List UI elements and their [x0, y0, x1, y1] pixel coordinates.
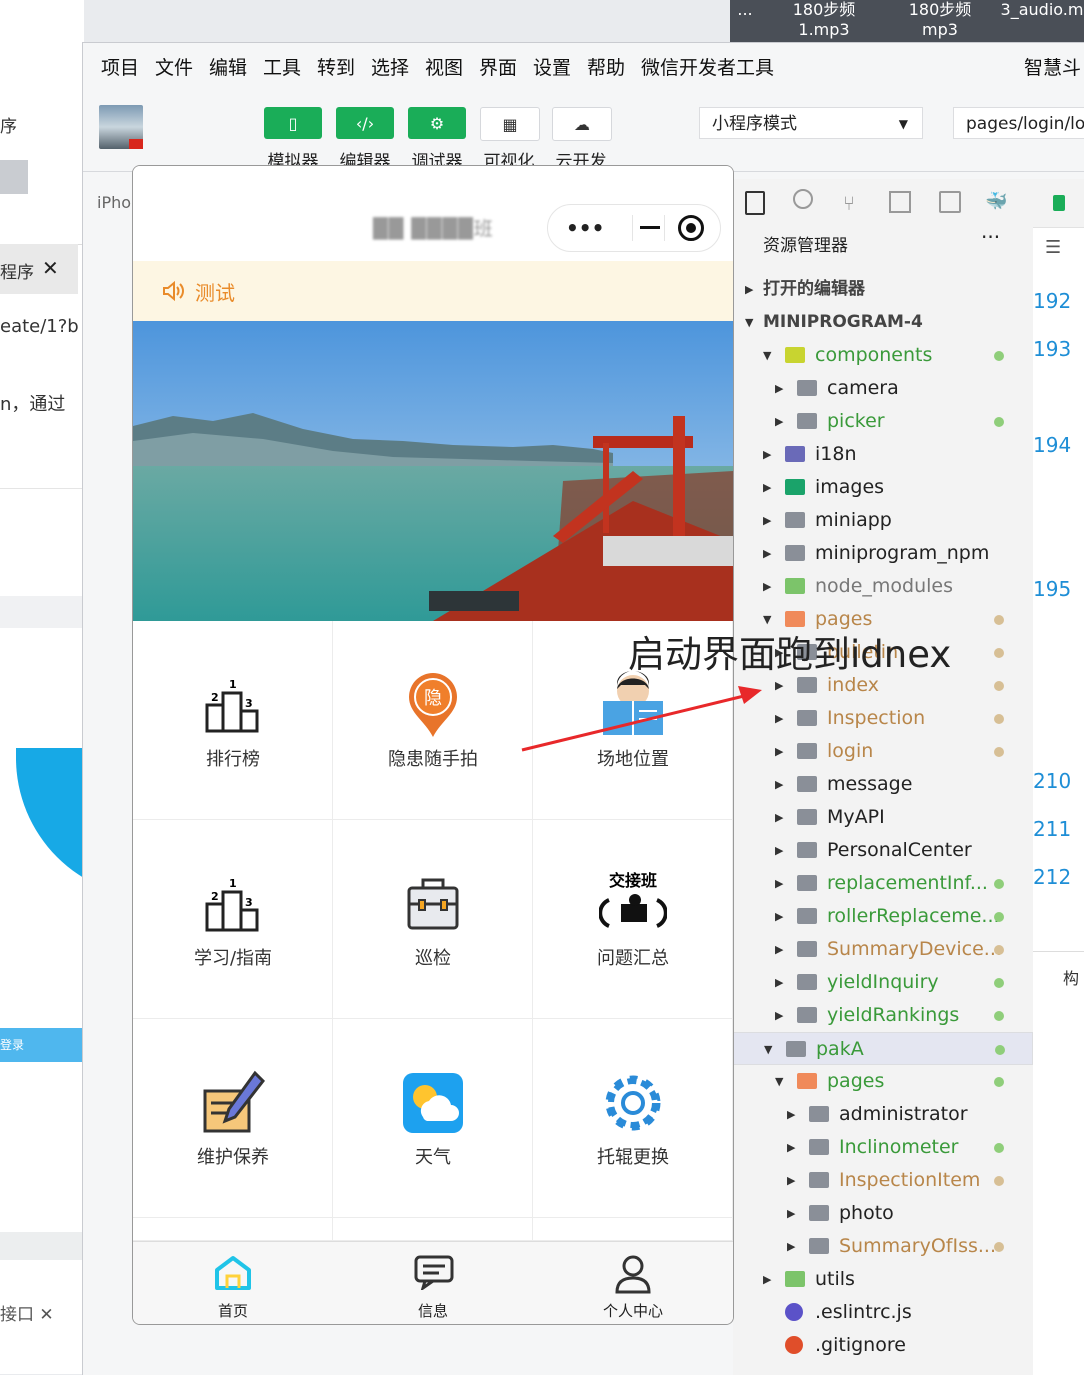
annotation-text: 启动界面跑到idnex — [628, 633, 952, 676]
annotation-arrow — [521, 686, 762, 752]
